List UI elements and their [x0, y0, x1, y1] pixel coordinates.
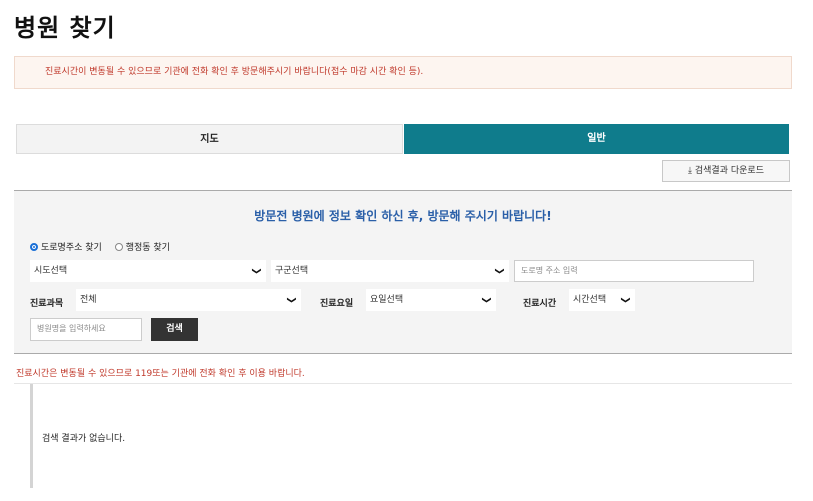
download-label: 검색결과 다운로드 [694, 166, 764, 176]
radio-unchecked-icon [114, 243, 123, 251]
result-divider [14, 383, 792, 384]
day-select[interactable]: 요일선택 ❯ [366, 289, 496, 311]
dept-select[interactable]: 전체 ❯ [76, 289, 301, 311]
chevron-down-icon: ❯ [251, 267, 262, 275]
empty-result-text: 검색 결과가 없습니다. [42, 434, 126, 444]
day-label: 진료요일 [320, 299, 354, 309]
tab-map[interactable]: 지도 [16, 124, 403, 154]
chevron-down-icon: ❯ [620, 296, 631, 304]
radio-road-address[interactable]: 도로명주소 찾기 [30, 243, 105, 253]
radio-checked-icon [30, 243, 38, 251]
tab-general[interactable]: 일반 [404, 124, 789, 154]
time-label: 진료시간 [523, 299, 557, 309]
road-address-input[interactable]: 도로명 주소 입력 [514, 260, 754, 282]
search-headline: 방문전 병원에 정보 확인 하신 후, 방문해 주시기 바랍니다! [254, 209, 552, 223]
hospital-name-input[interactable]: 병원명을 입력하세요 [30, 318, 142, 341]
chevron-down-icon: ❯ [481, 296, 492, 304]
address-type-radios: 도로명주소 찾기 행정동 찾기 [30, 240, 170, 253]
radio-admin-dong[interactable]: 행정동 찾기 [114, 243, 170, 253]
chevron-down-icon: ❯ [286, 296, 297, 304]
download-results-button[interactable]: ⤓ 검색결과 다운로드 [662, 160, 790, 182]
sido-select[interactable]: 시도선택 ❯ [30, 260, 266, 282]
page-title: 병원 찾기 [14, 14, 116, 42]
chevron-down-icon: ❯ [494, 267, 505, 275]
warning-text: 진료시간은 변동될 수 있으므로 119또는 기관에 전화 확인 후 이용 바랍… [16, 369, 305, 379]
search-button[interactable]: 검색 [151, 318, 198, 341]
dept-label: 진료과목 [30, 299, 64, 309]
download-icon: ⤓ [688, 166, 692, 176]
gugun-select[interactable]: 구군선택 ❯ [271, 260, 509, 282]
notice-banner: 진료시간이 변동될 수 있으므로 기관에 전화 확인 후 방문해주시기 바랍니다… [14, 56, 792, 89]
result-side-bar [30, 384, 33, 488]
time-select[interactable]: 시간선택 ❯ [569, 289, 635, 311]
